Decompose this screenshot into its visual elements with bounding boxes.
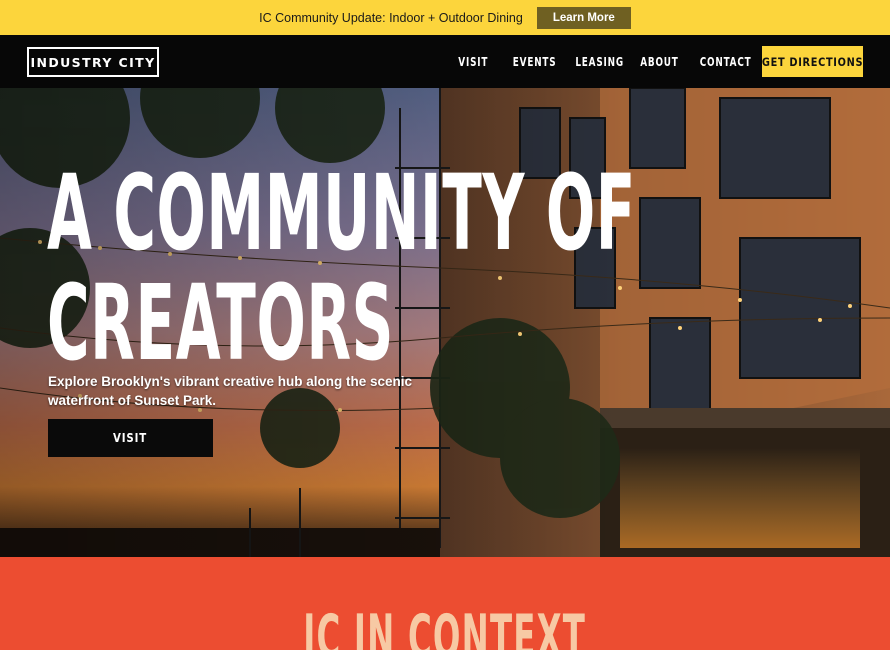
announcement-text: IC Community Update: Indoor + Outdoor Di… [259,10,523,25]
announcement-bar: IC Community Update: Indoor + Outdoor Di… [0,0,890,35]
nav-link-visit[interactable]: VISIT [458,55,488,69]
nav-link-about[interactable]: ABOUT [640,55,678,69]
hero-title-line-2: CREATORS [47,262,395,384]
nav-link-contact[interactable]: CONTACT [700,55,752,69]
hero-subtitle: Explore Brooklyn's vibrant creative hub … [48,374,413,408]
get-directions-button[interactable]: GET DIRECTIONS [762,46,863,77]
get-directions-label: GET DIRECTIONS [761,54,864,69]
context-section: IC IN CONTEXT [0,557,890,650]
hero-title-line-1: A COMMUNITY OF [47,152,637,274]
nav-link-leasing[interactable]: LEASING [575,55,624,69]
context-heading: IC IN CONTEXT [0,607,890,650]
hero-title: A COMMUNITY OF CREATORS [47,158,636,378]
site-logo[interactable]: INDUSTRY CITY [27,47,159,77]
learn-more-button[interactable]: Learn More [536,6,631,29]
main-nav: INDUSTRY CITY VISIT EVENTS LEASING ABOUT… [0,35,890,88]
hero-section: A COMMUNITY OF CREATORS Explore Brooklyn… [0,88,890,557]
context-heading-text: IC IN CONTEXT [303,602,587,650]
hero-visit-label: VISIT [113,431,148,445]
hero-visit-button[interactable]: VISIT [48,419,213,457]
nav-link-events[interactable]: EVENTS [513,55,557,69]
